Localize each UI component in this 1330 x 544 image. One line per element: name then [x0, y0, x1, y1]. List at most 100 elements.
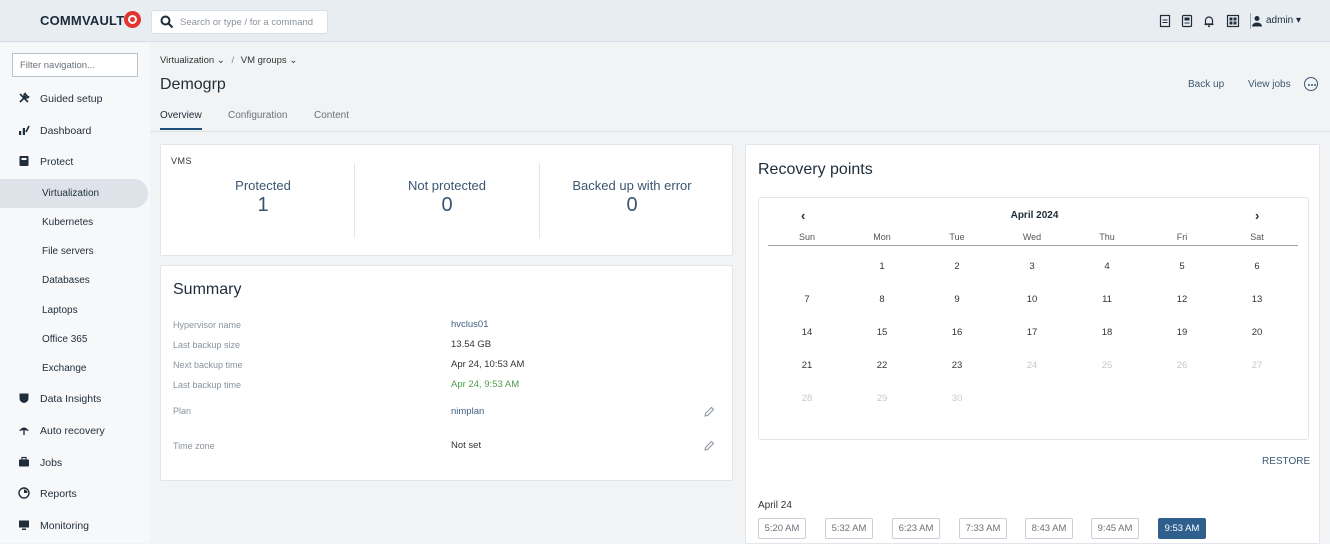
time-zone-label: Time zone	[173, 441, 215, 451]
breadcrumb-virtualization[interactable]: Virtualization ⌄	[160, 55, 225, 66]
bell-icon[interactable]	[1202, 14, 1216, 28]
sidebar-item-guided-setup[interactable]: Guided setup	[0, 84, 150, 113]
tab-overview[interactable]: Overview	[160, 110, 202, 121]
user-icon	[1252, 16, 1262, 27]
weekday-header: Sat	[1250, 232, 1264, 242]
sidebar-item-kubernetes[interactable]: Kubernetes	[0, 208, 150, 237]
grid-icon[interactable]	[1226, 14, 1240, 28]
command-search-input[interactable]: Search or type / for a command	[151, 10, 328, 34]
sidebar-item-data-insights[interactable]: Data Insights	[0, 384, 150, 413]
hypervisor-name-link[interactable]: hvclus01	[451, 319, 489, 330]
vms-label: VMS	[171, 156, 193, 166]
tab-configuration[interactable]: Configuration	[228, 110, 287, 121]
restore-button[interactable]: RESTORE	[1262, 456, 1310, 467]
sidebar-item-monitoring[interactable]: Monitoring	[0, 511, 150, 540]
calendar-day[interactable]: 1	[862, 261, 902, 272]
summary-title: Summary	[173, 281, 242, 298]
calendar-day: 25	[1101, 360, 1113, 371]
recovery-time-button[interactable]: 9:45 AM	[1091, 518, 1139, 539]
weekday-header: Mon	[873, 232, 891, 242]
stat-backed-up-with-error[interactable]: Backed up with error 0	[542, 178, 722, 217]
calendar-day[interactable]: 9	[937, 294, 977, 305]
sidebar-item-exchange[interactable]: Exchange	[0, 354, 150, 383]
edit-plan-icon[interactable]	[703, 406, 715, 418]
vms-card: VMS Protected 1 Not protected 0 Backed u…	[160, 144, 733, 256]
recovery-time-button[interactable]: 9:53 AM	[1158, 518, 1206, 539]
top-bar: COMMVAULT Search or type / for a command…	[0, 0, 1330, 42]
calendar-day[interactable]: 10	[1012, 294, 1052, 305]
calendar-day[interactable]: 14	[787, 327, 827, 338]
edit-time-zone-icon[interactable]	[703, 440, 715, 452]
sidebar-item-file-servers[interactable]: File servers	[0, 237, 150, 266]
calendar-day[interactable]: 4	[1087, 261, 1127, 272]
breadcrumb-vm-groups[interactable]: VM groups ⌄	[241, 55, 298, 66]
breadcrumb: Virtualization ⌄ / VM groups ⌄	[160, 55, 297, 66]
user-menu[interactable]: admin ▾	[1266, 15, 1301, 26]
calendar-month-title: April 2024	[1010, 210, 1059, 221]
calendar-day[interactable]: 12	[1162, 294, 1202, 305]
stat-not-protected[interactable]: Not protected 0	[357, 178, 537, 217]
last-backup-time-value[interactable]: Apr 24, 9:53 AM	[451, 379, 519, 390]
stat-divider	[539, 163, 540, 238]
calendar-day[interactable]: 11	[1087, 294, 1127, 305]
document-icon[interactable]	[1158, 14, 1172, 28]
sidebar-item-protect[interactable]: Protect	[0, 147, 150, 176]
view-jobs-button[interactable]: View jobs	[1248, 79, 1291, 90]
more-options-icon[interactable]	[1304, 77, 1318, 91]
plan-link[interactable]: nimplan	[451, 406, 484, 417]
dashboard-icon	[19, 125, 30, 135]
sidebar-item-virtualization[interactable]: Virtualization	[0, 179, 148, 208]
recovery-time-button[interactable]: 5:32 AM	[825, 518, 873, 539]
calendar-day[interactable]: 7	[787, 294, 827, 305]
calendar-day[interactable]: 8	[862, 294, 902, 305]
sidebar-item-laptops[interactable]: Laptops	[0, 296, 150, 325]
sidebar: Filter navigation... Guided setup Dashbo…	[0, 43, 150, 543]
breadcrumb-separator: /	[231, 55, 235, 66]
calendar-day[interactable]: 5	[1162, 261, 1202, 272]
next-month-button[interactable]: ›	[1255, 208, 1259, 223]
last-backup-time-label: Last backup time	[173, 380, 242, 390]
back-up-button[interactable]: Back up	[1188, 79, 1224, 90]
calendar-day[interactable]: 3	[1012, 261, 1052, 272]
search-icon	[160, 15, 174, 29]
calendar-day[interactable]: 2	[937, 261, 977, 272]
sidebar-item-office-365[interactable]: Office 365	[0, 325, 150, 354]
calendar-day: 29	[876, 393, 888, 404]
sidebar-item-reports[interactable]: Reports	[0, 479, 150, 508]
storage-icon[interactable]	[1180, 14, 1194, 28]
calendar-day[interactable]: 22	[862, 360, 902, 371]
calendar-day: 28	[801, 393, 813, 404]
calendar-day[interactable]: 15	[862, 327, 902, 338]
calendar-day[interactable]: 21	[787, 360, 827, 371]
tab-content[interactable]: Content	[314, 110, 349, 121]
last-backup-size-label: Last backup size	[173, 340, 241, 350]
calendar-day[interactable]: 13	[1237, 294, 1277, 305]
calendar-day: 26	[1176, 360, 1188, 371]
recovery-time-button[interactable]: 6:23 AM	[892, 518, 940, 539]
recovery-time-button[interactable]: 7:33 AM	[959, 518, 1007, 539]
commvault-logo-icon	[124, 11, 141, 28]
calendar-day: 30	[951, 393, 963, 404]
filter-navigation-input[interactable]: Filter navigation...	[12, 53, 138, 77]
shield-icon	[19, 156, 29, 166]
calendar-day[interactable]: 16	[937, 327, 977, 338]
sidebar-item-auto-recovery[interactable]: Auto recovery	[0, 416, 150, 445]
calendar-day[interactable]: 19	[1162, 327, 1202, 338]
recovery-time-button[interactable]: 8:43 AM	[1025, 518, 1073, 539]
calendar-day[interactable]: 17	[1012, 327, 1052, 338]
calendar-day: 27	[1251, 360, 1263, 371]
filter-placeholder: Filter navigation...	[20, 60, 95, 71]
calendar-day[interactable]: 23	[937, 360, 977, 371]
sidebar-item-jobs[interactable]: Jobs	[0, 448, 150, 477]
calendar-day[interactable]: 6	[1237, 261, 1277, 272]
tabs-divider	[150, 131, 1330, 132]
sidebar-item-databases[interactable]: Databases	[0, 266, 150, 295]
recovery-time-button[interactable]: 5:20 AM	[758, 518, 806, 539]
sidebar-item-dashboard[interactable]: Dashboard	[0, 116, 150, 145]
last-backup-size-value: 13.54 GB	[451, 339, 492, 350]
stat-protected[interactable]: Protected 1	[173, 178, 353, 217]
calendar-day[interactable]: 20	[1237, 327, 1277, 338]
recovery-points-title: Recovery points	[758, 161, 873, 178]
calendar-day[interactable]: 18	[1087, 327, 1127, 338]
commvault-logo[interactable]: COMMVAULT	[40, 13, 124, 28]
